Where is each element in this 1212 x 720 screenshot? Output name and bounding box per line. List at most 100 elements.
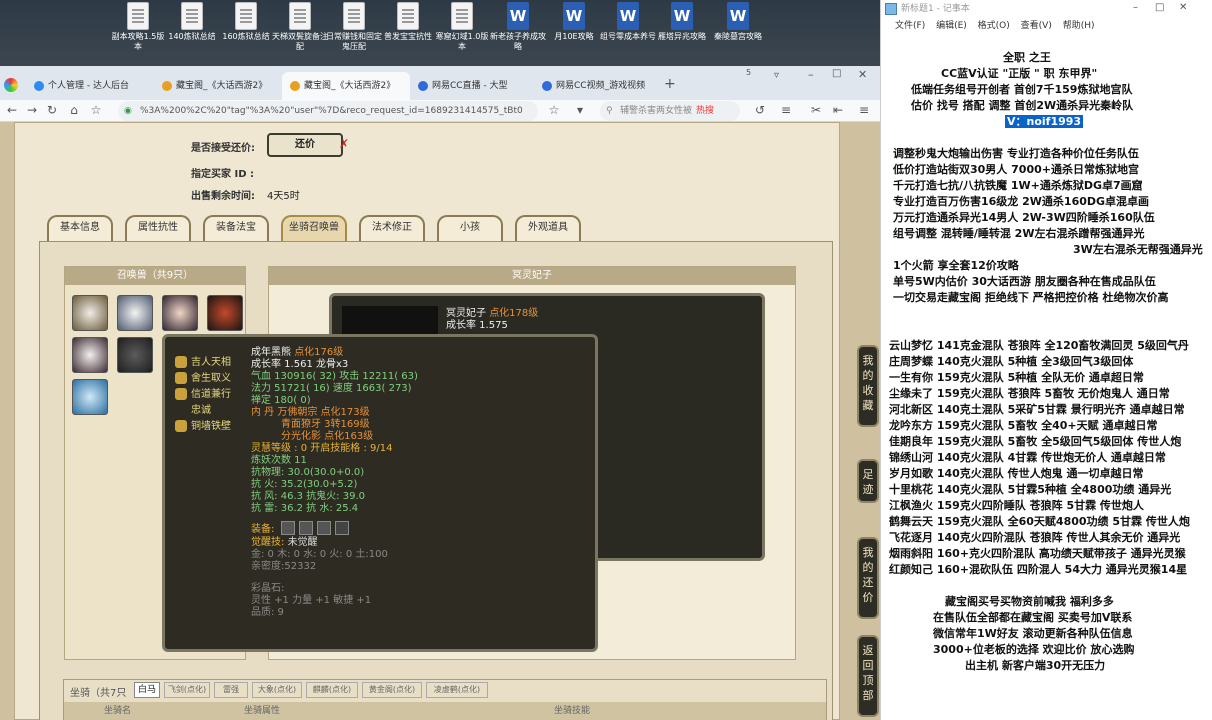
desktop-icon[interactable]: 天梯双鬓旋备注配 <box>272 2 328 52</box>
note-line[interactable]: 锦绣山河 140克火混队 4甘霖 传世炮无价人 通卓越日常 <box>889 450 1166 465</box>
mount-tab[interactable]: 大象(点化) <box>252 682 302 698</box>
menu-item-format[interactable]: 格式(O) <box>978 21 1010 31</box>
note-line[interactable]: 低端任务组号开创者 首创7千159炼狱地宫队 <box>911 82 1132 97</box>
pet-portrait[interactable] <box>207 295 243 331</box>
scissors-icon[interactable]: ✂ <box>808 103 824 117</box>
my-counter-offers-button[interactable]: 我的还价 <box>857 537 879 619</box>
tab-basic-info[interactable]: 基本信息 <box>47 215 113 241</box>
mount-tab[interactable]: 凌虚鹤(点化) <box>426 682 488 698</box>
desktop-icon[interactable]: 140炼狱总结 <box>164 2 220 42</box>
close-icon[interactable]: ✕ <box>1179 2 1187 13</box>
note-line[interactable]: 红颜知己 160+混砍队伍 四阶混人 54大力 通异光灵猴14星 <box>889 562 1187 577</box>
note-line[interactable]: 在售队伍全部都在藏宝阁 买卖号加V联系 <box>933 610 1132 625</box>
home-icon[interactable]: ⌂ <box>66 103 82 117</box>
note-line[interactable]: 一生有你 159克火混队 5种植 全队无价 通卓超日常 <box>889 370 1144 385</box>
note-line[interactable]: 低价打造站街双30男人 7000+通杀日常炼狱地宫 <box>893 162 1139 177</box>
pet-portrait[interactable] <box>72 295 108 331</box>
note-line[interactable]: 鹤舞云天 159克火混队 全60天赋4800功绩 5甘霖 传世人炮 <box>889 514 1190 529</box>
menu-icon[interactable]: ≡ <box>778 103 794 117</box>
shirt-icon[interactable]: ▿ <box>774 70 779 81</box>
menu-item-help[interactable]: 帮助(H) <box>1063 21 1095 31</box>
note-line[interactable]: 云山梦忆 141克金混队 苍狼阵 全120畜牧满回灵 5级回气丹 <box>889 338 1189 353</box>
refresh-icon[interactable]: ↻ <box>44 103 60 117</box>
back-icon[interactable]: ← <box>4 103 20 117</box>
pet-portrait[interactable] <box>72 337 108 373</box>
desktop-icon[interactable]: W 雁塔异兆攻略 <box>654 2 710 42</box>
note-line[interactable]: 微信常年1W好友 滚动更新各种队伍信息 <box>933 626 1133 641</box>
note-line[interactable]: 估价 找号 搭配 调整 首创2W通杀异光秦岭队 <box>911 98 1133 113</box>
bookmark-star-icon[interactable]: ☆ <box>88 103 104 117</box>
desktop-icon[interactable]: W 月10E攻略 <box>546 2 602 42</box>
browser-tab[interactable]: 藏宝阁_《大话西游2》 <box>154 72 282 100</box>
mount-tab[interactable]: 雷强 <box>214 682 248 698</box>
back-to-top-button[interactable]: 返回顶部 <box>857 635 879 717</box>
undo-icon[interactable]: ↺ <box>752 103 768 117</box>
tab-attributes[interactable]: 属性抗性 <box>125 215 191 241</box>
browser-tab[interactable]: 网易CC直播 - 大型 <box>410 72 534 100</box>
mount-tab[interactable]: 黄金阁(点化) <box>362 682 422 698</box>
note-line[interactable]: 3000+位老板的选择 欢迎比价 放心选购 <box>933 642 1135 657</box>
note-line[interactable]: 岁月如歌 140克火混队 传世人炮鬼 通一切卓越日常 <box>889 466 1143 481</box>
desktop-icon[interactable]: 寒窟幻域1.0版本 <box>434 2 490 52</box>
desktop-icon[interactable]: W 组号零成本养号 <box>600 2 656 42</box>
note-line[interactable]: 1个火箭 享全套12价攻略 <box>893 258 1019 273</box>
note-line[interactable]: 单号5W内估价 30大话西游 朋友圈各种在售成品队伍 <box>893 274 1156 289</box>
note-line[interactable]: 3W左右混杀无帮强通异光 <box>1073 242 1203 257</box>
mount-tab[interactable]: 飞剑(点化) <box>164 682 210 698</box>
contact-line[interactable]: V：noif1993 <box>1005 114 1084 129</box>
note-line[interactable]: 千元打造七抗/八抗铁魔 1W+通杀炼狱DG卓7画窟 <box>893 178 1143 193</box>
note-line[interactable]: 藏宝阁买号买物资前喊我 福利多多 <box>945 594 1114 609</box>
tab-mounts-summons[interactable]: 坐骑召唤兽 <box>281 215 347 241</box>
menu-item-edit[interactable]: 编辑(E) <box>936 21 967 31</box>
desktop-icon[interactable]: 普发宝宝抗性 <box>380 2 436 42</box>
favorite-star-icon[interactable]: ☆ <box>546 103 562 117</box>
pet-portrait-selected[interactable] <box>117 337 153 373</box>
desktop-icon[interactable]: W 新老孩子养成攻略 <box>490 2 546 52</box>
pet-portrait[interactable] <box>72 379 108 415</box>
tab-child[interactable]: 小孩 <box>437 215 503 241</box>
browser-tab[interactable]: 个人管理 - 达人后台 <box>26 72 154 100</box>
note-line[interactable]: 调整秒鬼大炮输出伤害 专业打造各种价位任务队伍 <box>893 146 1139 161</box>
mount-tab[interactable]: 麒麟(点化) <box>306 682 358 698</box>
new-tab-icon[interactable]: + <box>664 76 676 92</box>
minimize-icon[interactable]: – <box>808 68 814 81</box>
desktop-icon[interactable]: W 秦陵墓宫攻略 <box>710 2 766 42</box>
note-line[interactable]: 出主机 新客户端30开无压力 <box>965 658 1105 673</box>
maximize-icon[interactable]: □ <box>1155 2 1164 13</box>
note-line[interactable]: 全职 之王 <box>1003 50 1051 65</box>
more-menu-icon[interactable]: ≡ <box>856 103 872 117</box>
tab-spell-mod[interactable]: 法术修正 <box>359 215 425 241</box>
note-line[interactable]: 一切交易走藏宝阁 拒绝线下 严格把控价格 杜绝物次价高 <box>893 290 1169 305</box>
forward-icon[interactable]: → <box>24 103 40 117</box>
mount-tab[interactable]: 白马 <box>134 682 160 698</box>
collapse-icon[interactable]: ⇤ <box>830 103 846 117</box>
counter-offer-button[interactable]: 还价 <box>267 133 343 157</box>
tab-equipment[interactable]: 装备法宝 <box>203 215 269 241</box>
footprint-button[interactable]: 足迹 <box>857 459 879 503</box>
browser-tab-active[interactable]: 藏宝阁_《大话西游2》 <box>282 72 410 100</box>
note-line[interactable]: 佳期良年 159克火混队 5畜牧 全5级回气5级回体 传世人炮 <box>889 434 1181 449</box>
pet-portrait[interactable] <box>117 295 153 331</box>
url-field[interactable]: ◉ %3A%200%2C%20"tag"%3A%20"user"%7D&reco_… <box>118 101 538 121</box>
browser-tab[interactable]: 网易CC视频_游戏视频 <box>534 72 658 100</box>
pet-portrait[interactable] <box>162 295 198 331</box>
note-line[interactable]: 烟雨斜阳 160+克火四阶混队 高功绩天赋带孩子 通异光灵猴 <box>889 546 1186 561</box>
close-icon[interactable]: ✕ <box>858 68 867 81</box>
note-line[interactable]: 飞花逐月 140克火四阶混队 苍狼阵 传世人其余无价 通异光 <box>889 530 1180 545</box>
note-line[interactable]: 组号调整 混转睡/睡转混 2W左右混杀蹭帮强通异光 <box>893 226 1144 241</box>
menu-item-file[interactable]: 文件(F) <box>895 21 925 31</box>
note-line[interactable]: 十里桃花 140克火混队 5甘霖5种植 全4800功绩 通异光 <box>889 482 1171 497</box>
note-line[interactable]: 河北新区 140克土混队 5采矿5甘霖 景行明光齐 通卓越日常 <box>889 402 1185 417</box>
note-line[interactable]: 庄周梦蝶 140克火混队 5种植 全3级回气3级回体 <box>889 354 1133 369</box>
note-line[interactable]: 专业打造百万伤害16级龙 2W通杀160DG卓混卓画 <box>893 194 1149 209</box>
search-field[interactable]: ⚲ 辅警杀害两女性被 热搜 <box>600 101 740 121</box>
note-line[interactable]: 江枫渔火 159克火四阶睡队 苍狼阵 5甘霖 传世炮人 <box>889 498 1144 513</box>
desktop-icon[interactable]: 160炼狱总结 <box>218 2 274 42</box>
desktop-icon[interactable]: 副本攻略1.5版本 <box>110 2 166 52</box>
note-line[interactable]: CC蓝V认证 "正版 " 职 东甲界" <box>941 66 1097 81</box>
note-line[interactable]: 万元打造通杀异光14男人 2W-3W四阶睡杀160队伍 <box>893 210 1155 225</box>
note-line[interactable]: 龙吟东方 159克火混队 5畜牧 全40+天赋 通卓越日常 <box>889 418 1157 433</box>
note-line[interactable]: 尘缘未了 159克火混队 苍狼阵 5畜牧 无价炮鬼人 通日常 <box>889 386 1170 401</box>
menu-item-view[interactable]: 查看(V) <box>1021 21 1052 31</box>
maximize-icon[interactable]: □ <box>832 68 841 79</box>
